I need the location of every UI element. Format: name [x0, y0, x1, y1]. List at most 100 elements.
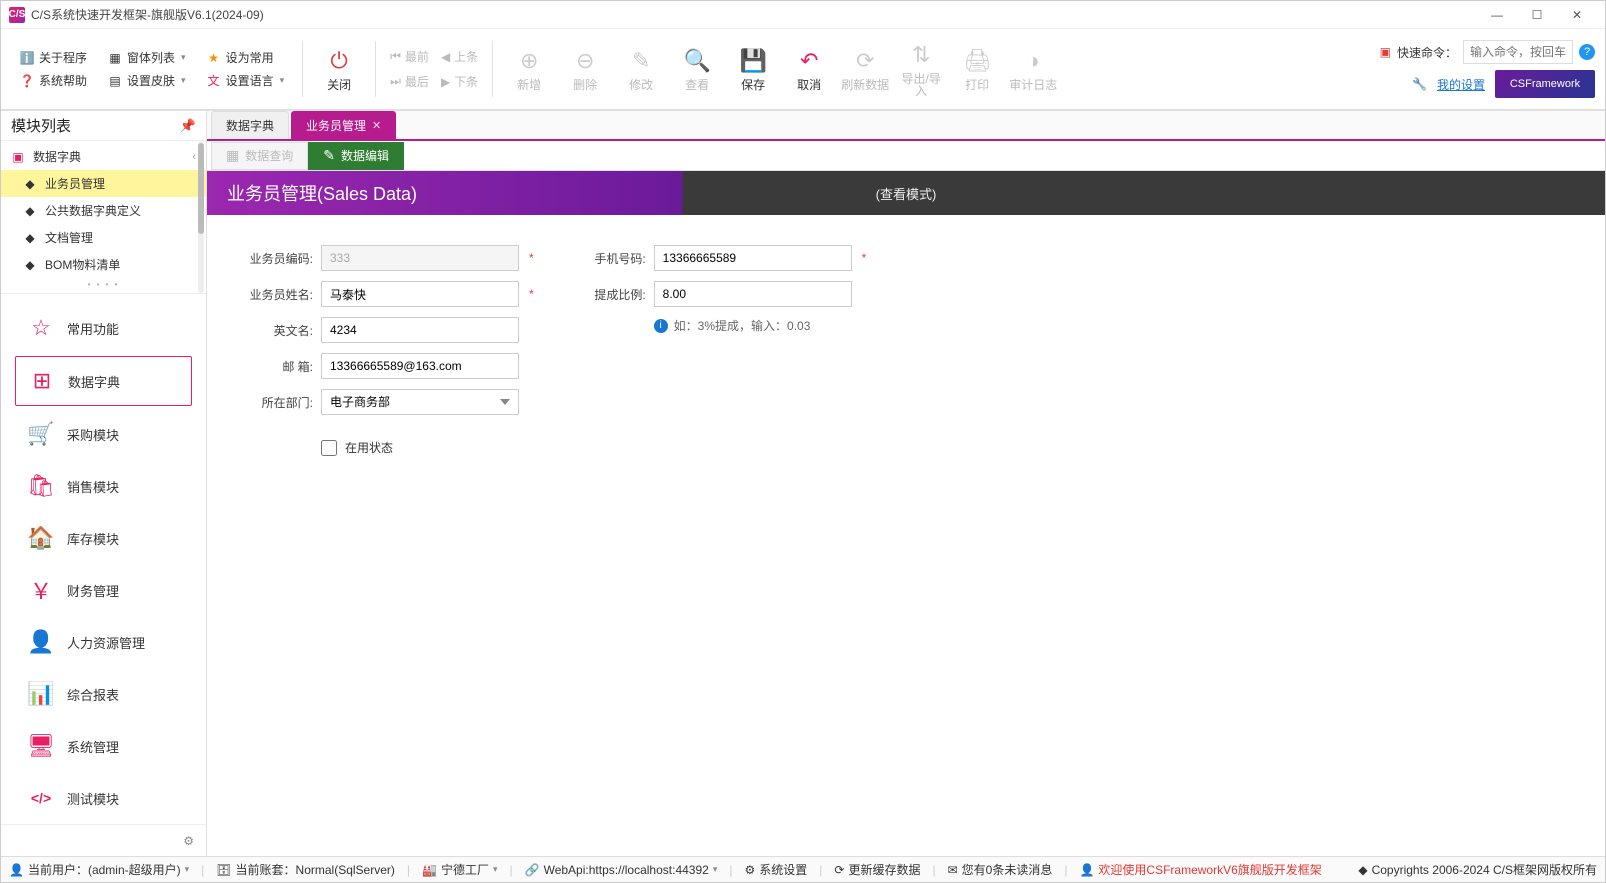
tree-item-docs[interactable]: ◆文档管理 [1, 224, 206, 251]
status-unread[interactable]: ✉您有0条未读消息 [948, 861, 1053, 878]
folder-icon: ▣ [11, 150, 25, 164]
edit-icon: ✎ [323, 147, 335, 164]
mail-label: 邮 箱: [237, 358, 313, 375]
nav-mod-system[interactable]: 🖥系统管理 [15, 722, 192, 770]
chevron-down-icon: ▾ [493, 864, 498, 875]
pin-icon[interactable]: 📌 [180, 118, 196, 134]
cube-icon: ◆ [23, 204, 37, 218]
db-add-icon: ⊕ [515, 47, 543, 75]
status-refresh-cache[interactable]: ⟳更新缓存数据 [834, 861, 920, 878]
edit-button: ✎修改 [615, 33, 667, 105]
tree-item-dict[interactable]: ◆公共数据字典定义 [1, 197, 206, 224]
nav-last[interactable]: ⏭最后 [390, 73, 429, 90]
nav-mod-purchase[interactable]: 🛒采购模块 [15, 410, 192, 458]
brand-badge: CSFramework [1495, 70, 1595, 98]
tab-dict[interactable]: 数据字典 [211, 111, 289, 139]
cart-icon: 🛒 [27, 420, 55, 448]
code-icon: </> [27, 784, 55, 812]
nav-mod-hr[interactable]: 👤人力资源管理 [15, 618, 192, 666]
yen-icon: ￥ [27, 576, 55, 604]
dept-select[interactable]: 电子商务部 [321, 389, 519, 415]
subtab-edit[interactable]: ✎数据编辑 [308, 142, 404, 170]
close-label: 关闭 [327, 79, 351, 91]
user-icon: 👤 [1079, 863, 1094, 877]
set-skin-button[interactable]: ▤设置皮肤▾ [103, 70, 190, 91]
chevron-down-icon: ▾ [181, 52, 186, 63]
refresh-icon: ⟳ [834, 863, 844, 877]
status-webapi[interactable]: 🔗WebApi:https://localhost:44392▾ [525, 863, 718, 877]
quick-command-input[interactable] [1463, 40, 1573, 64]
grid-icon: ⊞ [28, 367, 56, 395]
export-icon: ⇅ [907, 41, 935, 69]
star-icon: ☆ [27, 314, 55, 342]
phone-input[interactable] [654, 245, 852, 271]
window-list-button[interactable]: ▦窗体列表▾ [103, 47, 190, 68]
my-settings-link[interactable]: 我的设置 [1437, 76, 1485, 93]
tree-item-sales[interactable]: ◆业务员管理 [1, 170, 206, 197]
view-button: 🔍查看 [671, 33, 723, 105]
view-icon: 🔍 [683, 47, 711, 75]
minimize-button[interactable]: — [1477, 1, 1517, 29]
nav-mod-common[interactable]: ☆常用功能 [15, 304, 192, 352]
table-icon: ▦ [226, 147, 239, 164]
lang-label: 设置语言 [226, 72, 274, 89]
add-button: ⊕新增 [503, 33, 555, 105]
status-factory[interactable]: 🏭宁德工厂▾ [422, 861, 498, 878]
house-icon: 🏠 [27, 524, 55, 552]
save-button[interactable]: 💾保存 [727, 33, 779, 105]
close-window-button[interactable]: ✕ [1557, 1, 1597, 29]
cancel-button[interactable]: ↶取消 [783, 33, 835, 105]
help-label: 系统帮助 [39, 72, 87, 89]
status-copyright: ◆Copyrights 2006-2024 C/S框架网版权所有 [1358, 861, 1597, 878]
db-edit-icon: ✎ [627, 47, 655, 75]
subtab-query[interactable]: ▦数据查询 [211, 142, 308, 170]
name-input[interactable] [321, 281, 519, 307]
nav-prev[interactable]: ◀上条 [441, 48, 478, 65]
tab-sales[interactable]: 业务员管理✕ [291, 111, 396, 139]
en-input[interactable] [321, 317, 519, 343]
nav-mod-report[interactable]: 📊综合报表 [15, 670, 192, 718]
nav-first[interactable]: ⏮最前 [390, 48, 429, 65]
nav-mod-finance[interactable]: ￥财务管理 [15, 566, 192, 614]
cube-icon: ◆ [23, 177, 37, 191]
info-icon: i [654, 319, 668, 333]
nav-mod-test[interactable]: </>测试模块 [15, 774, 192, 822]
set-common-label: 设为常用 [226, 49, 274, 66]
maximize-button[interactable]: ☐ [1517, 1, 1557, 29]
form-area: 业务员编码:* 业务员姓名:* 英文名: 邮 箱: 所在部门:电子商务部 在用状… [207, 215, 1605, 856]
required-mark: * [529, 251, 534, 265]
status-welcome: 👤欢迎使用CSFrameworkV6旗舰版开发框架 [1079, 861, 1321, 878]
prev-icon: ◀ [441, 50, 450, 64]
tree-root[interactable]: ▣ 数据字典 ‹ [1, 143, 206, 170]
close-tab-icon[interactable]: ✕ [372, 119, 381, 132]
print-button: 🖨打印 [951, 33, 1003, 105]
nav-mod-dict[interactable]: ⊞数据字典 [15, 356, 192, 406]
status-user[interactable]: 👤当前用户：(admin-超级用户)▾ [9, 861, 189, 878]
nav-mod-stock[interactable]: 🏠库存模块 [15, 514, 192, 562]
set-common-button[interactable]: ★设为常用 [202, 47, 289, 68]
set-language-button[interactable]: 文设置语言▾ [202, 70, 289, 91]
rate-input[interactable] [654, 281, 852, 307]
app-icon: C/S [9, 7, 25, 23]
chevron-down-icon: ▾ [280, 75, 285, 86]
tree-scrollbar[interactable] [198, 141, 204, 293]
help-icon[interactable]: ? [1579, 44, 1595, 60]
active-checkbox[interactable] [321, 440, 337, 456]
status-settings[interactable]: ⚙系统设置 [744, 861, 807, 878]
phone-label: 手机号码: [570, 250, 646, 267]
nav-next[interactable]: ▶下条 [441, 73, 478, 90]
close-button[interactable]: ⏻ 关闭 [313, 33, 365, 105]
refresh-icon: ⟳ [851, 47, 879, 75]
first-icon: ⏮ [390, 49, 401, 64]
page-mode: (查看模式) [876, 184, 937, 203]
gear-icon[interactable]: ⚙ [183, 834, 194, 848]
chevron-down-icon: ▾ [181, 75, 186, 86]
mail-input[interactable] [321, 353, 519, 379]
nav-mod-sales[interactable]: 🛍销售模块 [15, 462, 192, 510]
sidebar: 模块列表 📌 ▣ 数据字典 ‹ ◆业务员管理 ◆公共数据字典定义 ◆文档管理 ◆… [1, 111, 207, 856]
resize-grip[interactable]: • • • • [1, 278, 206, 291]
tree-item-bom[interactable]: ◆BOM物料清单 [1, 251, 206, 278]
about-button[interactable]: ℹ️关于程序 [15, 47, 91, 68]
system-help-button[interactable]: ❓系统帮助 [15, 70, 91, 91]
audit-button: ◑审计日志 [1007, 33, 1059, 105]
